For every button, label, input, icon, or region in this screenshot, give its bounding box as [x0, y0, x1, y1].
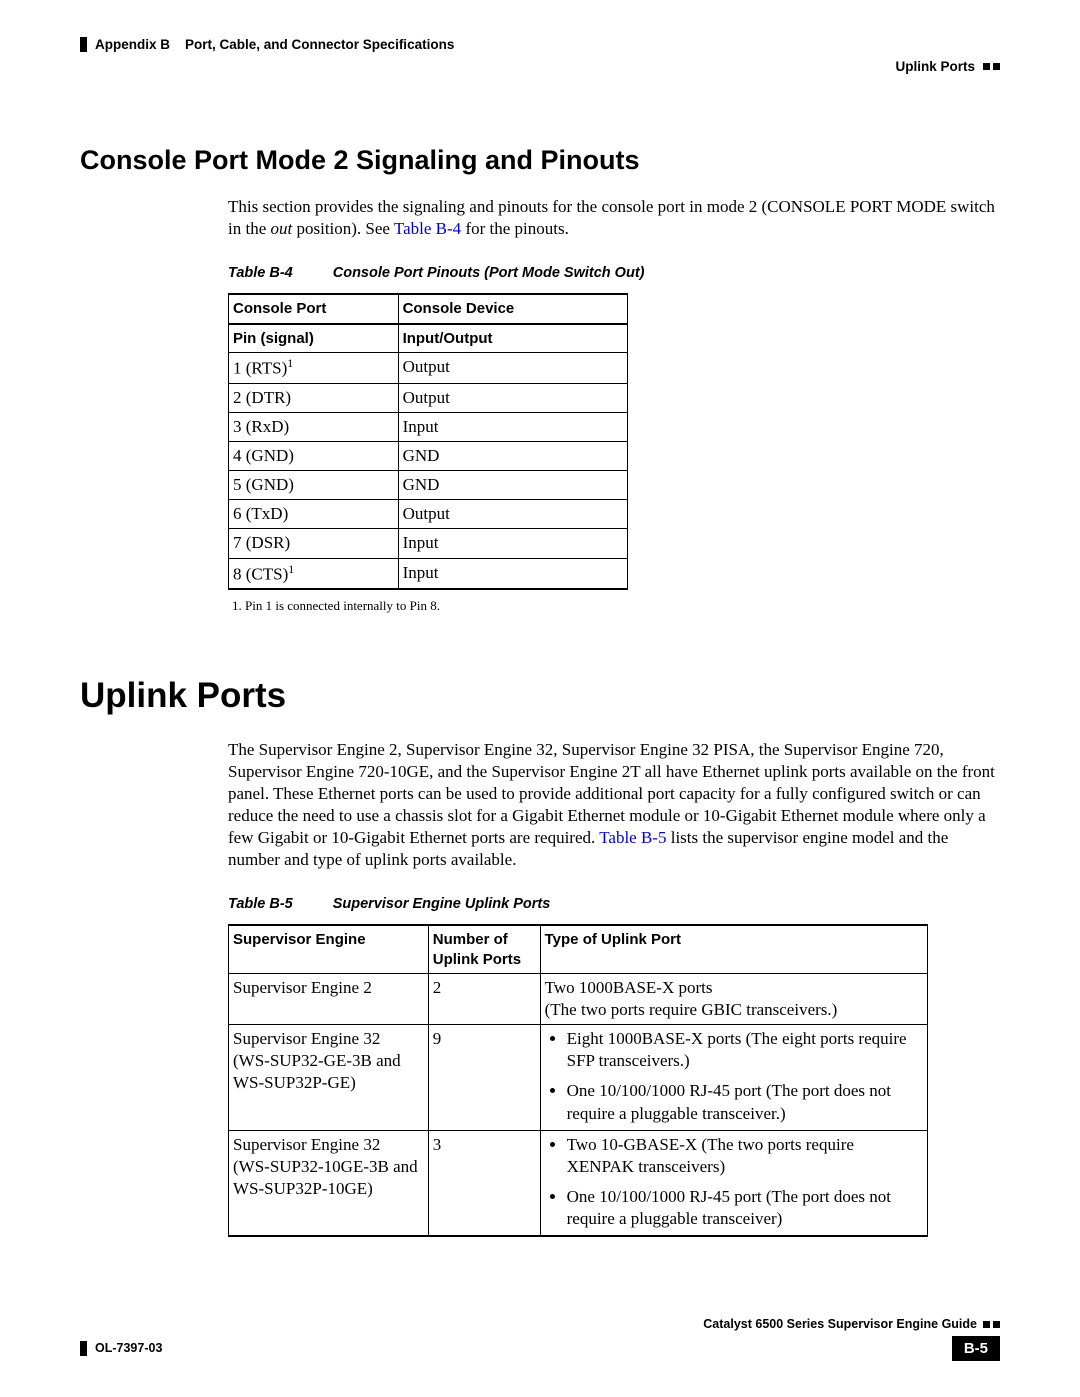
section-title-uplink: Uplink Ports: [80, 673, 1000, 719]
table-cell-io: Input: [398, 558, 627, 589]
table-cell-type: Two 10-GBASE-X (The two ports require XE…: [540, 1130, 927, 1236]
table-cell-io: Output: [398, 500, 627, 529]
table-cell-io: GND: [398, 471, 627, 500]
link-table-b4[interactable]: Table B-4: [394, 219, 461, 238]
table-b5-caption: Table B-5 Supervisor Engine Uplink Ports: [228, 895, 1000, 914]
section-title-console: Console Port Mode 2 Signaling and Pinout…: [80, 143, 1000, 178]
table-cell-engine: Supervisor Engine 32(WS-SUP32-10GE-3B an…: [229, 1130, 429, 1236]
page-footer: Catalyst 6500 Series Supervisor Engine G…: [80, 1316, 1000, 1361]
table-cell-pin: 8 (CTS)1: [229, 558, 399, 589]
t1-header-console-device: Console Device: [398, 294, 627, 324]
t1-header-pin: Pin (signal): [229, 324, 399, 353]
table-cell-pin: 7 (DSR): [229, 529, 399, 558]
page-number: B-5: [952, 1336, 1000, 1362]
table-b4-caption: Table B-4 Console Port Pinouts (Port Mod…: [228, 264, 1000, 283]
table-cell-num: 3: [428, 1130, 540, 1236]
table-cell-num: 9: [428, 1025, 540, 1130]
table-cell-type: Two 1000BASE-X ports(The two ports requi…: [540, 974, 927, 1025]
table-b5: Supervisor Engine Number ofUplink Ports …: [228, 924, 928, 1237]
table-cell-num: 2: [428, 974, 540, 1025]
footer-doc: OL-7397-03: [95, 1340, 162, 1356]
footer-guide: Catalyst 6500 Series Supervisor Engine G…: [703, 1316, 977, 1332]
table-b4-footnote: 1. Pin 1 is connected internally to Pin …: [232, 598, 1000, 615]
table-cell-io: Output: [398, 353, 627, 384]
table-cell-pin: 6 (TxD): [229, 500, 399, 529]
table-cell-engine: Supervisor Engine 2: [229, 974, 429, 1025]
table-cell-engine: Supervisor Engine 32(WS-SUP32-GE-3B and …: [229, 1025, 429, 1130]
t2-header-num: Number ofUplink Ports: [428, 925, 540, 974]
table-cell-pin: 1 (RTS)1: [229, 353, 399, 384]
table-cell-io: Input: [398, 413, 627, 442]
table-cell-pin: 3 (RxD): [229, 413, 399, 442]
table-cell-io: Output: [398, 383, 627, 412]
running-header-right: Uplink Ports: [80, 58, 1000, 76]
table-cell-io: GND: [398, 442, 627, 471]
t2-header-type: Type of Uplink Port: [540, 925, 927, 974]
table-cell-pin: 2 (DTR): [229, 383, 399, 412]
table-cell-io: Input: [398, 529, 627, 558]
table-b4: Console Port Console Device Pin (signal)…: [228, 293, 628, 590]
section2-paragraph: The Supervisor Engine 2, Supervisor Engi…: [228, 739, 1000, 872]
running-header-left: Appendix B Port, Cable, and Connector Sp…: [80, 36, 1000, 54]
table-cell-pin: 5 (GND): [229, 471, 399, 500]
table-cell-pin: 4 (GND): [229, 442, 399, 471]
t1-header-io: Input/Output: [398, 324, 627, 353]
table-cell-type: Eight 1000BASE-X ports (The eight ports …: [540, 1025, 927, 1130]
section1-paragraph: This section provides the signaling and …: [228, 196, 1000, 240]
t2-header-engine: Supervisor Engine: [229, 925, 429, 974]
t1-header-console-port: Console Port: [229, 294, 399, 324]
link-table-b5[interactable]: Table B-5: [599, 828, 666, 847]
